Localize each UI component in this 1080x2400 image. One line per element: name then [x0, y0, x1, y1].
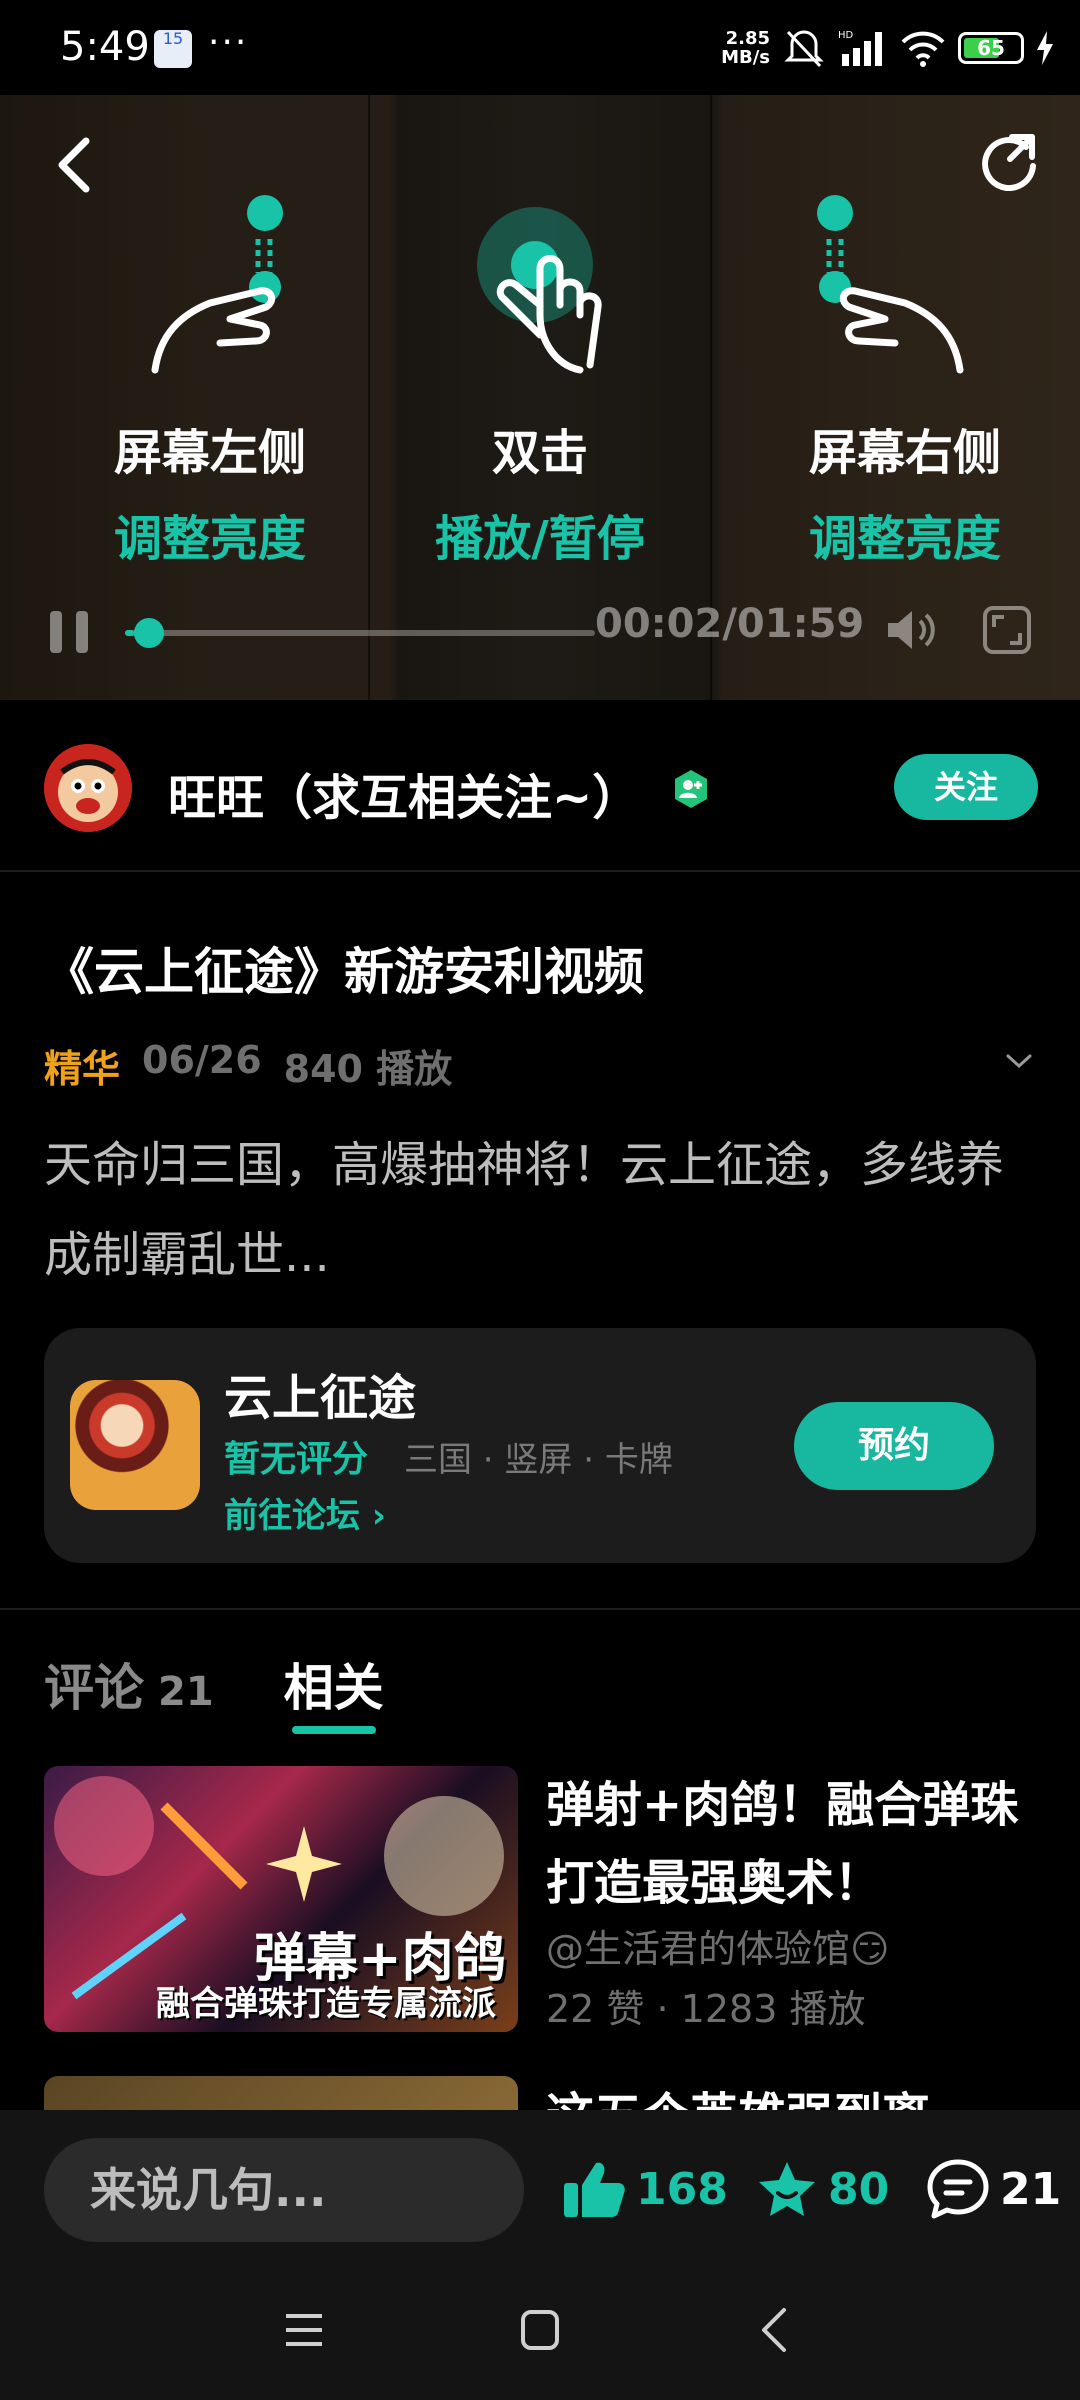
- gesture-title: 屏幕左侧: [113, 425, 306, 481]
- game-name[interactable]: 云上征途: [224, 1358, 416, 1428]
- tab-label: 相关: [283, 1659, 384, 1717]
- progress-fill: [125, 630, 135, 636]
- comment-button[interactable]: 21: [926, 2154, 1061, 2224]
- bottom-action-bar: 来说几句... 168 80 21: [0, 2110, 1080, 2260]
- system-nav-bar: [0, 2260, 1080, 2400]
- pause-icon[interactable]: [46, 607, 96, 657]
- gesture-subtitle: 调整亮度: [113, 511, 306, 567]
- svg-text:HD: HD: [838, 30, 854, 41]
- related-video-thumbnail[interactable]: 弹幕+肉鸽 融合弹珠打造专属流派: [44, 1766, 518, 2032]
- status-bar: 5:49 15 ··· 2.85 MB/s HD 65: [0, 0, 1080, 95]
- swipe-hand-icon: [151, 195, 283, 374]
- star-icon: [759, 2162, 815, 2216]
- reserve-button[interactable]: 预约: [794, 1402, 994, 1490]
- featured-tag: 精华: [44, 1047, 121, 1091]
- divider: [0, 1608, 1080, 1610]
- chevron-down-icon[interactable]: [1002, 1050, 1036, 1074]
- charging-icon: [1037, 31, 1053, 65]
- home-icon[interactable]: [510, 2300, 570, 2360]
- mute-icon: [784, 30, 824, 68]
- avatar-image: [44, 744, 132, 832]
- author-name[interactable]: 旺旺（求互相关注~）: [168, 758, 640, 828]
- related-video-stats: 22 赞 · 1283 播放: [546, 1987, 866, 2031]
- gesture-double-tap: 双击 播放/暂停: [380, 195, 700, 569]
- content-tabs: 评论 21 相关: [44, 1640, 384, 1734]
- menu-icon[interactable]: [274, 2300, 334, 2360]
- tab-label: 评论: [44, 1659, 144, 1717]
- tab-comments[interactable]: 评论 21: [44, 1648, 214, 1720]
- net-speed-unit: MB/s: [721, 47, 770, 68]
- thumbs-up-icon: [564, 2162, 625, 2217]
- battery-icon: 65: [958, 32, 1024, 64]
- gesture-subtitle: 调整亮度: [808, 511, 1001, 567]
- game-rating: 暂无评分: [224, 1439, 369, 1480]
- progress-knob[interactable]: [134, 618, 165, 648]
- gesture-title: 双击: [491, 425, 588, 481]
- calendar-day: 15: [162, 29, 184, 48]
- video-controls: 00:02/01:59: [0, 597, 1080, 657]
- tab-active-indicator: [291, 1726, 376, 1734]
- game-card[interactable]: 云上征途 暂无评分 三国 · 竖屏 · 卡牌 前往论坛 › 预约: [44, 1328, 1036, 1563]
- tab-count: 21: [158, 1669, 214, 1715]
- back-icon[interactable]: [52, 135, 96, 195]
- related-video-title[interactable]: 这五个英雄强到离: [546, 2076, 930, 2112]
- favorite-button[interactable]: 80: [756, 2154, 889, 2224]
- related-video-author[interactable]: @生活君的体验馆😏: [546, 1918, 890, 1973]
- tab-related[interactable]: 相关: [283, 1648, 384, 1734]
- like-count: 168: [636, 2163, 728, 2215]
- swipe-hand-icon: [817, 195, 964, 374]
- author-row: 旺旺（求互相关注~） 关注: [0, 700, 1080, 870]
- share-icon[interactable]: [976, 129, 1042, 195]
- related-video-title[interactable]: 弹射+肉鸽！融合弹珠打造最强奥术！: [546, 1766, 1046, 1922]
- calendar-icon: 15: [154, 30, 192, 68]
- video-time: 00:02/01:59: [595, 601, 865, 647]
- verified-badge-icon: [675, 770, 707, 808]
- video-title: 《云上征途》新游安利视频: [44, 943, 644, 1001]
- post-meta: 精华 06/26 840 播放: [44, 1038, 452, 1093]
- gesture-left-brightness: 屏幕左侧 调整亮度: [50, 195, 370, 569]
- status-time: 5:49: [60, 24, 150, 70]
- progress-bar[interactable]: [125, 618, 595, 648]
- post-date: 06/26: [142, 1038, 262, 1082]
- gesture-right-brightness: 屏幕右侧 调整亮度: [745, 195, 1065, 569]
- like-button[interactable]: 168: [562, 2154, 728, 2224]
- volume-icon[interactable]: [884, 605, 940, 655]
- status-icons: 2.85 MB/s HD 65: [721, 26, 1054, 70]
- nav-back-icon[interactable]: [746, 2300, 806, 2360]
- game-app-icon[interactable]: [70, 1380, 200, 1510]
- comment-input[interactable]: 来说几句...: [44, 2138, 524, 2242]
- more-notifications-icon: ···: [208, 22, 249, 63]
- thumbnail-subcaption: 融合弹珠打造专属流派: [156, 1984, 496, 2024]
- battery-level: 65: [977, 36, 1005, 60]
- comment-count: 21: [1000, 2163, 1062, 2215]
- divider: [0, 870, 1080, 872]
- net-speed-value: 2.85: [725, 28, 770, 49]
- avatar[interactable]: [44, 744, 132, 832]
- play-count: 840 播放: [283, 1047, 453, 1091]
- game-tags: 三国 · 竖屏 · 卡牌: [404, 1440, 673, 1480]
- fullscreen-icon[interactable]: [982, 605, 1032, 655]
- forum-link[interactable]: 前往论坛 ›: [224, 1488, 386, 1537]
- gesture-subtitle: 播放/暂停: [435, 511, 645, 567]
- net-speed: 2.85 MB/s: [721, 29, 770, 67]
- favorite-count: 80: [828, 2163, 890, 2215]
- wifi-icon: [901, 31, 945, 67]
- follow-button[interactable]: 关注: [894, 754, 1038, 820]
- gesture-title: 屏幕右侧: [808, 425, 1001, 481]
- signal-icon: HD: [838, 30, 882, 66]
- post-description: 天命归三国，高爆抽神将！云上征途，多线养成制霸乱世...: [44, 1137, 1005, 1283]
- comment-bubble-icon: [927, 2159, 989, 2219]
- tap-hand-icon: [477, 207, 602, 374]
- video-player[interactable]: 屏幕左侧 调整亮度 双击 播放/暂停 屏幕右侧 调整亮度 00:02/01:59: [0, 95, 1080, 700]
